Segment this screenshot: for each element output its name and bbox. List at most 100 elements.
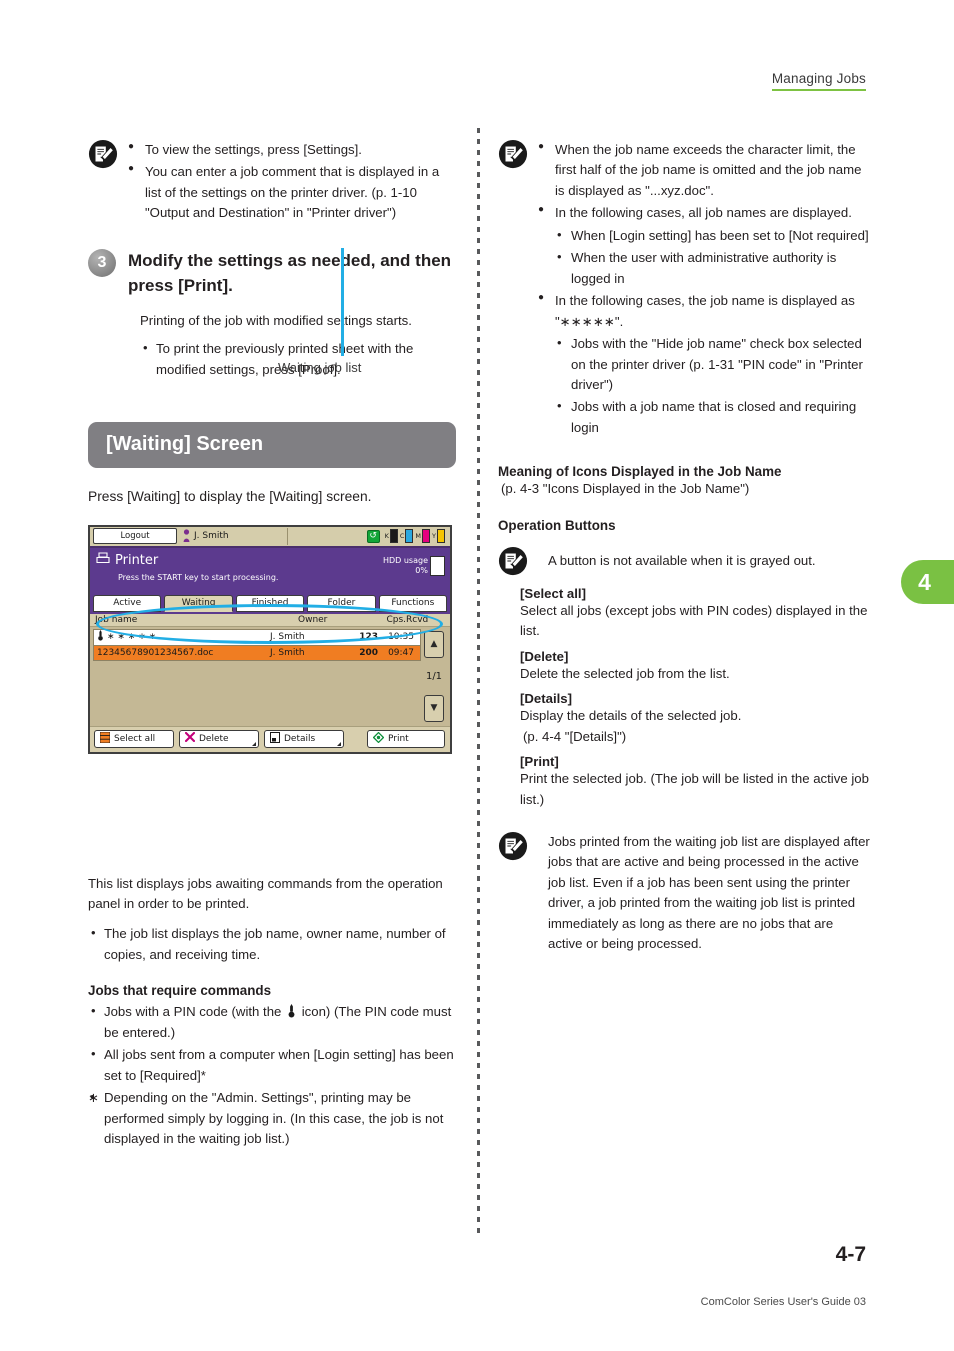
user-icon bbox=[183, 527, 190, 546]
note-bullet-text: In the following cases, the job name is … bbox=[555, 293, 855, 329]
note-pencil-icon bbox=[88, 139, 118, 169]
note-body: When the job name exceeds the character … bbox=[538, 138, 870, 440]
ink-unit-y: Y bbox=[432, 529, 445, 544]
hdd-value: 0% bbox=[415, 565, 428, 575]
icons-meaning-heading: Meaning of Icons Displayed in the Job Na… bbox=[498, 464, 782, 480]
job-owner: J. Smith bbox=[270, 632, 305, 643]
submenu-corner-icon bbox=[337, 741, 341, 746]
def-delete: Delete the selected job from the list. bbox=[520, 665, 730, 681]
note-sub-bullet: Jobs with the "Hide job name" check box … bbox=[555, 333, 870, 395]
ink-letter: K bbox=[384, 532, 389, 541]
term-details: [Details] bbox=[520, 691, 573, 707]
def-select-all: Select all jobs (except jobs with PIN co… bbox=[520, 602, 868, 639]
job-rcvd: 09:47 bbox=[388, 647, 414, 658]
job-list-scroll-controls: ▲ 1/1 ▼ bbox=[421, 629, 447, 724]
recycle-icon: ↺ bbox=[366, 529, 380, 543]
tab-finished[interactable]: Finished bbox=[235, 594, 305, 612]
callout-label: Waiting job list bbox=[278, 360, 362, 375]
print-button[interactable]: Print bbox=[367, 729, 445, 748]
running-head-text: Managing Jobs bbox=[771, 71, 866, 91]
x-mark-icon bbox=[184, 731, 196, 745]
triangle-down-icon[interactable]: ▼ bbox=[424, 694, 444, 722]
details-reference: (p. 4-4 "[Details]") bbox=[523, 728, 627, 744]
ink-bar bbox=[389, 529, 398, 544]
footnote-text: Depending on the "Admin. Settings", prin… bbox=[104, 1090, 444, 1147]
chapter-tab: 4 bbox=[901, 560, 954, 604]
note-bullet-list: When the job name exceeds the character … bbox=[538, 139, 870, 438]
list-intro-bullets: The job list displays the job name, owne… bbox=[88, 923, 456, 965]
button-definitions: [Select all] Select all jobs (except job… bbox=[520, 586, 870, 810]
top-separator bbox=[286, 527, 288, 545]
step-description: Printing of the job with modified settin… bbox=[140, 312, 412, 328]
list-intro-paragraph: This list displays jobs awaiting command… bbox=[88, 875, 443, 911]
column-header-job-name: Job name bbox=[95, 614, 138, 625]
ink-bar bbox=[437, 529, 445, 544]
note-body: Jobs printed from the waiting job list a… bbox=[538, 830, 870, 955]
ink-letter: M bbox=[415, 532, 422, 541]
ink-unit-k: K bbox=[384, 529, 398, 544]
step-title: Modify the settings as needed, and then … bbox=[128, 250, 452, 296]
button-label: Select all bbox=[114, 733, 156, 744]
chapter-tab-number: 4 bbox=[918, 568, 931, 595]
note-bullet-text: In the following cases, all job names ar… bbox=[555, 205, 852, 221]
waiting-job-order-note-text: Jobs printed from the waiting job list a… bbox=[548, 833, 870, 952]
job-list-area: ∗ ∗ ∗ ∗ ∗ J. Smith 123 10:35 12345678901… bbox=[90, 626, 450, 726]
panel-operation-buttons: Select all Delete Details Print bbox=[90, 725, 450, 752]
job-rows: ∗ ∗ ∗ ∗ ∗ J. Smith 123 10:35 12345678901… bbox=[93, 628, 421, 724]
hdd-usage-indicator: HDD usage 0% bbox=[382, 555, 445, 576]
note-bullet: To view the settings, press [Settings]. bbox=[128, 139, 456, 160]
note-pencil-icon bbox=[498, 546, 528, 576]
job-rows-empty-space bbox=[93, 660, 421, 724]
note-bullet: In the following cases, the job name is … bbox=[538, 290, 870, 438]
hdd-label: HDD usage bbox=[382, 555, 428, 565]
column-header-rcvd: Rcvd bbox=[406, 614, 429, 625]
details-button[interactable]: Details bbox=[264, 729, 344, 748]
note-pencil-icon bbox=[498, 831, 528, 861]
commands-bullet-pin-before: Jobs with a PIN code (with the bbox=[104, 1004, 282, 1020]
left-column: To view the settings, press [Settings]. … bbox=[88, 138, 456, 1152]
guide-title: ComColor Series User's Guide 03 bbox=[700, 1296, 866, 1308]
triangle-up-icon[interactable]: ▲ bbox=[424, 630, 444, 658]
user-name: J. Smith bbox=[194, 531, 229, 542]
note-sub-bullets: Jobs with the "Hide job name" check box … bbox=[555, 333, 870, 438]
term-print: [Print] bbox=[520, 754, 559, 770]
running-head: Managing Jobs bbox=[771, 70, 866, 91]
job-owner: J. Smith bbox=[270, 647, 305, 658]
column-header-owner: Owner bbox=[298, 614, 328, 625]
note-block-settings: To view the settings, press [Settings]. … bbox=[88, 138, 456, 226]
job-name: ∗ ∗ ∗ ∗ ∗ bbox=[107, 632, 157, 643]
callout-leader-line bbox=[341, 248, 344, 356]
ink-letter: C bbox=[399, 532, 405, 541]
def-print: Print the selected job. (The job will be… bbox=[520, 771, 869, 807]
ink-level-group: ↺ K C M Y bbox=[366, 529, 447, 544]
operation-buttons-heading: Operation Buttons bbox=[498, 517, 616, 533]
def-details: Display the details of the selected job. bbox=[520, 708, 742, 724]
list-lines-icon bbox=[99, 731, 111, 746]
footnote-marker: ∗ bbox=[88, 1090, 100, 1106]
page-indicator: 1/1 bbox=[425, 670, 443, 682]
list-intro-bullet: The job list displays the job name, owne… bbox=[88, 923, 456, 965]
button-label: Print bbox=[388, 733, 409, 744]
tab-active[interactable]: Active bbox=[93, 594, 162, 612]
select-all-button[interactable]: Select all bbox=[94, 729, 174, 748]
commands-footnote: ∗ Depending on the "Admin. Settings", pr… bbox=[88, 1087, 456, 1149]
jobs-require-commands-heading: Jobs that require commands bbox=[88, 983, 272, 999]
note-block-job-names: When the job name exceeds the character … bbox=[498, 138, 870, 440]
note-block-grayed-out: A button is not available when it is gra… bbox=[498, 545, 870, 576]
delete-button[interactable]: Delete bbox=[179, 729, 259, 748]
icons-meaning-reference: (p. 4-3 "Icons Displayed in the Job Name… bbox=[501, 481, 750, 497]
tab-folder[interactable]: Folder bbox=[307, 594, 376, 612]
step-3: 3 Modify the settings as needed, and the… bbox=[88, 248, 456, 299]
job-name: 12345678901234567.doc bbox=[97, 647, 214, 658]
table-row[interactable]: 12345678901234567.doc J. Smith 200 09:47 bbox=[93, 644, 421, 661]
ink-unit-m: M bbox=[415, 529, 431, 544]
tab-waiting[interactable]: Waiting bbox=[164, 594, 233, 612]
logout-button[interactable]: Logout bbox=[93, 528, 177, 545]
note-block-waiting-job-order: Jobs printed from the waiting job list a… bbox=[498, 830, 870, 955]
submenu-corner-icon bbox=[252, 741, 256, 746]
tab-functions[interactable]: Functions bbox=[378, 594, 448, 612]
note-sub-bullets: When [Login setting] has been set to [No… bbox=[555, 225, 870, 289]
printer-panel-figure: Logout J. Smith ↺ K C M Y Printer Press … bbox=[88, 248, 452, 754]
table-row[interactable]: ∗ ∗ ∗ ∗ ∗ J. Smith 123 10:35 bbox=[93, 628, 421, 645]
note-sub-bullet: Jobs with a job name that is closed and … bbox=[555, 396, 870, 438]
